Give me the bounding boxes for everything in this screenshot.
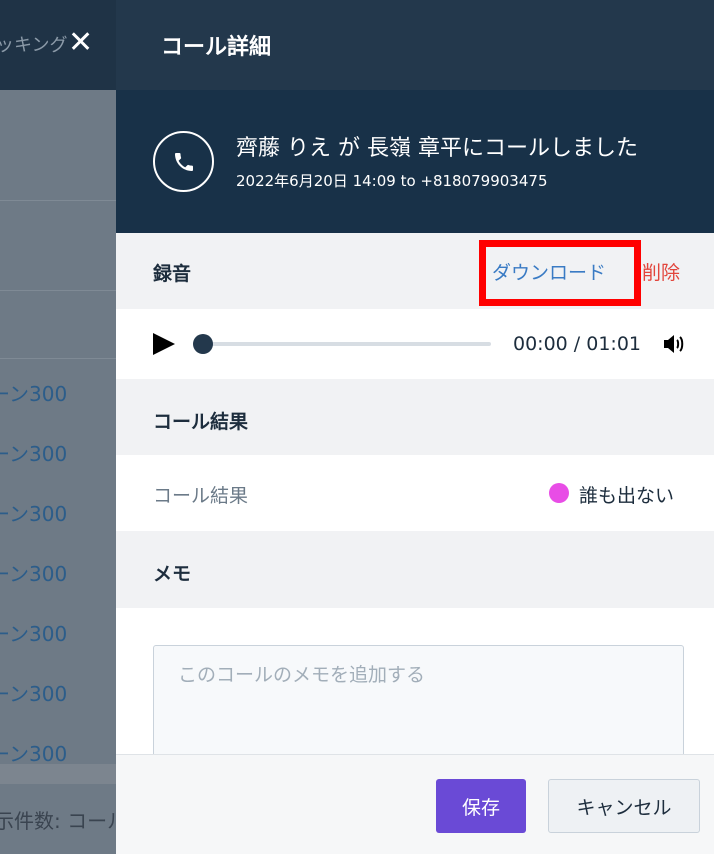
background-divider	[0, 200, 116, 201]
cancel-button[interactable]: キャンセル	[548, 779, 700, 833]
memo-label: メモ	[153, 563, 192, 585]
call-result-row[interactable]: コール結果 誰も出ない	[116, 455, 714, 531]
background-header-text: ッキング	[0, 35, 68, 56]
phone-icon-glyph	[174, 152, 193, 171]
background-scrollbar[interactable]	[0, 764, 116, 784]
status-dot	[549, 483, 569, 503]
call-meta: 2022年6月20日 14:09 to +818079903475	[236, 172, 548, 190]
memo-section-header: メモ	[116, 531, 714, 608]
background-row-text: ーン300	[0, 382, 68, 406]
audio-time: 00:00 / 01:01	[513, 333, 641, 355]
background-row-text: ーン300	[0, 442, 68, 466]
delete-link[interactable]: 削除	[642, 258, 680, 285]
call-summary: 齊藤 りえ が 長嶺 章平にコールしました	[236, 136, 638, 161]
save-button[interactable]: 保存	[436, 779, 526, 833]
background-row-text: ーン300	[0, 562, 68, 586]
background-row-text: ーン300	[0, 502, 68, 526]
audio-player: 00:00 / 01:01	[116, 309, 714, 379]
panel-header: コール詳細	[116, 0, 714, 90]
call-result-section-label: コール結果	[153, 411, 249, 433]
background-divider	[0, 290, 116, 291]
background-divider	[0, 358, 116, 359]
background-header: ッキング ✕	[0, 0, 116, 90]
call-info: 齊藤 りえ が 長嶺 章平にコールしました 2022年6月20日 14:09 t…	[116, 90, 714, 233]
call-result-section-header: コール結果	[116, 379, 714, 455]
volume-icon[interactable]	[662, 333, 686, 359]
call-result-value[interactable]: 誰も出ない	[579, 481, 674, 508]
play-icon[interactable]	[153, 333, 175, 355]
phone-icon	[153, 131, 214, 192]
call-detail-panel: コール詳細 齊藤 りえ が 長嶺 章平にコールしました 2022年6月20日 1…	[116, 0, 714, 854]
panel-title: コール詳細	[161, 35, 272, 60]
background-row-text: ーン300	[0, 742, 68, 766]
background-row-text: ーン300	[0, 682, 68, 706]
close-icon[interactable]: ✕	[68, 28, 93, 58]
background-page: ッキング ✕ ーン300 ーン300 ーン300 ーン300 ーン300 ーン3…	[0, 0, 116, 854]
recording-label: 録音	[153, 263, 192, 285]
panel-footer: 保存 キャンセル	[116, 754, 714, 854]
background-footer-text: 示件数: コール	[0, 809, 116, 833]
call-result-field-label: コール結果	[153, 485, 249, 507]
highlight-box	[479, 240, 641, 306]
volume-icon-glyph	[664, 335, 684, 353]
audio-progress-knob[interactable]	[193, 334, 213, 354]
audio-progress-track[interactable]	[204, 342, 491, 346]
memo-area	[116, 608, 714, 775]
background-row-text: ーン300	[0, 622, 68, 646]
